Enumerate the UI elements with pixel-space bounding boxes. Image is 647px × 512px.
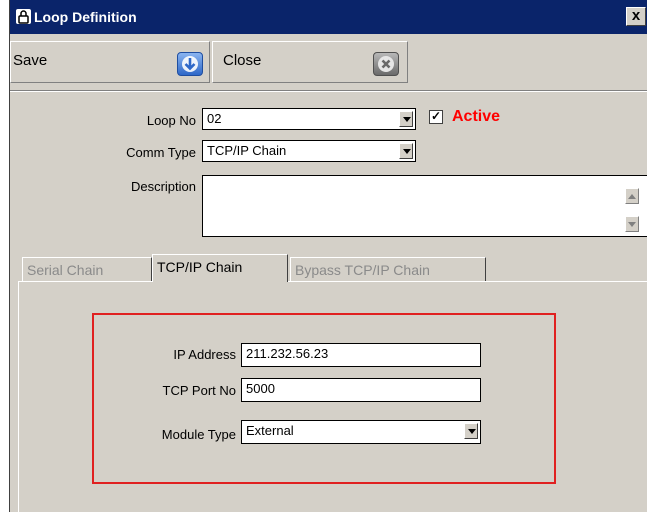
toolbar-separator [10, 90, 647, 92]
padlock-icon [16, 9, 31, 24]
close-x-icon [373, 52, 399, 76]
tab-tcpip-chain[interactable]: TCP/IP Chain [152, 254, 288, 282]
tab-bypass-tcpip-chain[interactable]: Bypass TCP/IP Chain [290, 257, 486, 281]
loop-definition-window: Loop Definition x Save Close Loop No 02 … [9, 0, 647, 512]
title-bar[interactable]: Loop Definition x [10, 0, 647, 34]
loop-no-select[interactable]: 02 [202, 108, 416, 130]
module-type-select[interactable]: External [241, 420, 481, 444]
close-label: Close [223, 52, 262, 69]
window-close-button[interactable]: x [626, 7, 646, 26]
close-button[interactable]: Close [212, 41, 408, 83]
ip-address-input[interactable]: 211.232.56.23 [241, 343, 481, 367]
active-label: Active [452, 108, 501, 125]
chevron-down-icon[interactable] [399, 111, 413, 127]
module-type-value: External [246, 423, 294, 438]
tcp-port-input[interactable]: 5000 [241, 378, 481, 402]
module-type-label: Module Type [161, 427, 236, 442]
scroll-down-arrow-icon[interactable] [625, 216, 639, 232]
description-textarea[interactable] [202, 175, 647, 237]
loop-no-label: Loop No [146, 113, 196, 128]
scroll-up-arrow-icon[interactable] [625, 188, 639, 204]
ip-address-label: IP Address [173, 347, 236, 362]
save-button[interactable]: Save [10, 41, 210, 83]
comm-type-value: TCP/IP Chain [207, 143, 287, 158]
loop-no-value: 02 [207, 111, 222, 126]
chevron-down-icon[interactable] [464, 423, 478, 439]
active-checkbox[interactable]: ✓ [429, 110, 443, 124]
tcp-port-label: TCP Port No [162, 383, 236, 398]
save-label: Save [13, 52, 48, 69]
tab-serial-chain[interactable]: Serial Chain [22, 257, 152, 281]
save-arrow-icon [177, 52, 203, 76]
comm-type-select[interactable]: TCP/IP Chain [202, 140, 416, 162]
comm-type-label: Comm Type [126, 145, 196, 160]
window-title: Loop Definition [34, 9, 137, 25]
chevron-down-icon[interactable] [399, 143, 413, 159]
description-label: Description [130, 179, 196, 194]
